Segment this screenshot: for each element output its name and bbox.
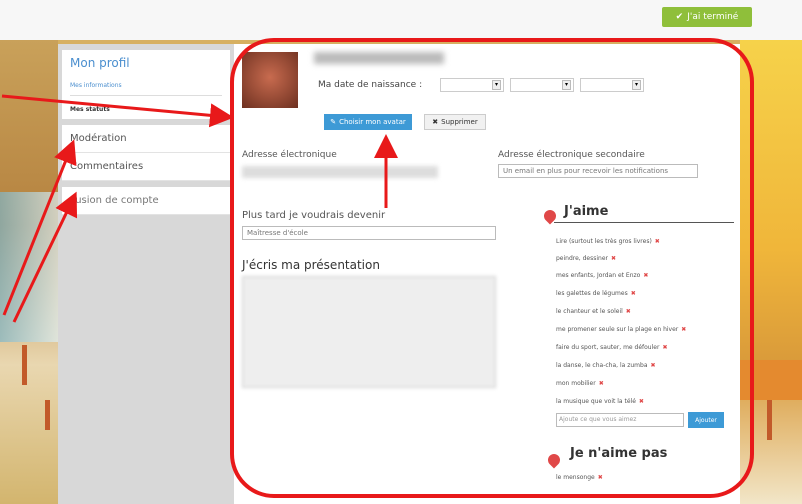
like-item: le chanteur et le soleil ✖ (556, 308, 631, 315)
like-item: peindre, dessiner ✖ (556, 255, 617, 262)
remove-like-icon[interactable]: ✖ (681, 326, 686, 333)
dob-month-select[interactable]: ▾ (510, 78, 574, 92)
like-item: Lire (surtout les très gros livres) ✖ (556, 238, 660, 245)
email-field[interactable] (242, 166, 438, 178)
background-post (767, 400, 772, 440)
add-like-input[interactable]: Ajoute ce que vous aimez (556, 413, 684, 427)
remove-like-icon[interactable]: ✖ (662, 344, 667, 351)
remove-like-icon[interactable]: ✖ (655, 238, 660, 245)
remove-like-icon[interactable]: ✖ (651, 362, 656, 369)
sidebar-profile-box: Mon profil Mes informations Mes statuts (62, 50, 230, 119)
dob-year-select[interactable]: ▾ (580, 78, 644, 92)
presentation-textarea[interactable] (242, 276, 496, 388)
remove-like-icon[interactable]: ✖ (639, 398, 644, 405)
check-icon: ✔ (675, 12, 684, 22)
remove-like-icon[interactable]: ✖ (626, 308, 631, 315)
remove-like-icon[interactable]: ✖ (631, 290, 636, 297)
secondary-email-label: Adresse électronique secondaire (498, 150, 645, 160)
sidebar-item-moderation[interactable]: Modération (62, 125, 230, 153)
remove-dislike-icon[interactable]: ✖ (598, 474, 603, 481)
career-label: Plus tard je voudrais devenir (242, 210, 386, 221)
chevron-down-icon: ▾ (562, 80, 571, 90)
close-icon: ✖ (432, 118, 439, 126)
heart-icon (545, 451, 563, 469)
like-item: la danse, le cha-cha, la zumba ✖ (556, 362, 656, 369)
email-label: Adresse électronique (242, 150, 337, 160)
profile-panel: Ma date de naissance : ▾ ▾ ▾ ✎ Choisir m… (234, 44, 740, 504)
add-like-button[interactable]: Ajouter (688, 412, 724, 428)
like-item: mes enfants, Jordan et Enzo ✖ (556, 272, 649, 279)
like-item: me promener seule sur la plage en hiver ✖ (556, 326, 687, 333)
done-button[interactable]: ✔ J'ai terminé (662, 7, 752, 27)
dob-label: Ma date de naissance : (318, 80, 423, 90)
dislike-item: le mensonge ✖ (556, 474, 603, 481)
choose-avatar-button[interactable]: ✎ Choisir mon avatar (324, 114, 412, 130)
likes-title: J'aime (564, 204, 609, 219)
chevron-down-icon: ▾ (492, 80, 501, 90)
like-item: la musique que voit la télé ✖ (556, 398, 644, 405)
like-item: les galettes de légumes ✖ (556, 290, 636, 297)
dislikes-title: Je n'aime pas (570, 446, 668, 461)
remove-like-icon[interactable]: ✖ (611, 255, 616, 262)
presentation-title: J'écris ma présentation (242, 258, 380, 272)
background-window (0, 192, 58, 342)
background-post (22, 345, 27, 385)
likes-divider (554, 222, 734, 223)
sidebar-item-fusion[interactable]: Fusion de compte (62, 187, 230, 215)
background-table (740, 360, 802, 400)
user-name-blurred (314, 52, 444, 64)
sidebar: Mon profil Mes informations Mes statuts … (58, 44, 234, 504)
dob-day-select[interactable]: ▾ (440, 78, 504, 92)
pencil-icon: ✎ (330, 118, 337, 126)
sidebar-link-informations[interactable]: Mes informations (70, 82, 222, 96)
chevron-down-icon: ▾ (632, 80, 641, 90)
like-item: faire du sport, sauter, me défouler ✖ (556, 344, 668, 351)
remove-like-icon[interactable]: ✖ (643, 272, 648, 279)
avatar[interactable] (242, 52, 298, 108)
delete-avatar-button[interactable]: ✖ Supprimer (424, 114, 486, 130)
like-item: mon mobilier ✖ (556, 380, 604, 387)
sidebar-title[interactable]: Mon profil (70, 56, 222, 70)
career-field[interactable]: Maîtresse d'école (242, 226, 496, 240)
remove-like-icon[interactable]: ✖ (599, 380, 604, 387)
background-post (45, 400, 50, 430)
sidebar-link-statuts[interactable]: Mes statuts (70, 106, 222, 113)
sidebar-item-commentaires[interactable]: Commentaires (62, 153, 230, 181)
secondary-email-field[interactable]: Un email en plus pour recevoir les notif… (498, 164, 698, 178)
